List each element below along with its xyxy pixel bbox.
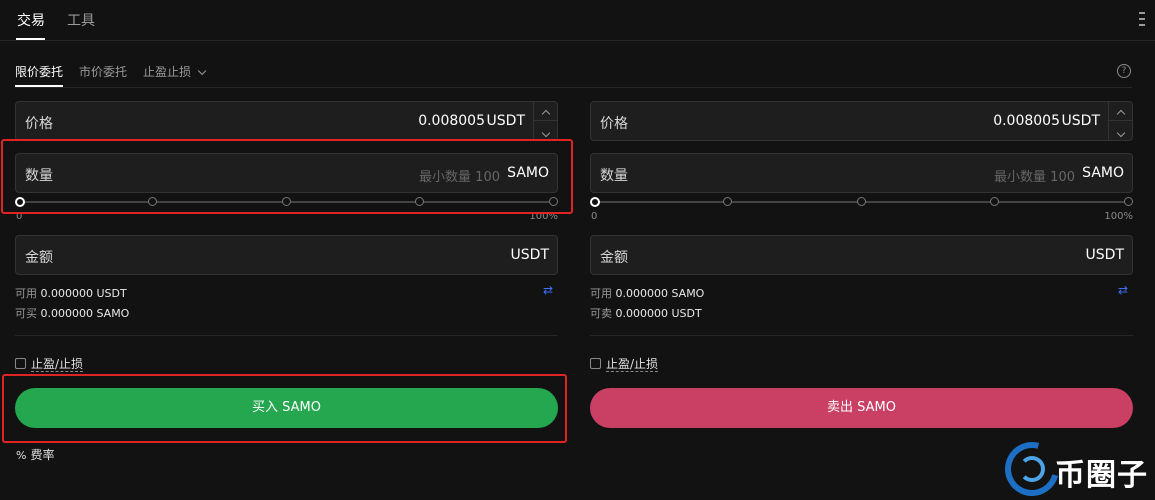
slider-step-25[interactable] [148,197,157,206]
sell-price-unit: USDT [1061,113,1100,129]
buy-max-label: 可买 [15,307,37,320]
buy-available-label: 可用 [15,287,37,300]
buy-available-line: 可用 0.000000 USDT [15,285,127,301]
sell-price-stepper[interactable] [1108,102,1132,140]
sell-quantity-placeholder: 最小数量 100 [994,170,1075,185]
slider-max-label: 100% [529,211,558,222]
slider-step-50[interactable] [282,197,291,206]
increment-button[interactable] [534,102,557,121]
watermark-logo-inner [1019,456,1045,482]
buy-amount-field[interactable]: 金额 USDT [15,235,558,275]
sell-quantity-slider[interactable] [590,196,1133,207]
buy-max-value: 0.000000 SAMO [40,307,130,320]
watermark-text: 币圈子 [1055,458,1148,493]
sell-button[interactable]: 卖出 SAMO [590,388,1133,428]
sell-available-line: 可用 0.000000 SAMO [590,285,704,301]
slider-step-75[interactable] [990,197,999,206]
sell-amount-field[interactable]: 金额 USDT [590,235,1133,275]
sell-panel: 价格 0.008005 USDT 数量 最小数量 100 SAMO 0 100%… [590,0,1133,500]
more-menu-icon[interactable] [1139,12,1145,26]
fee-rate-label: 费率 [30,448,55,462]
buy-tpsl-label: 止盈/止损 [31,357,84,372]
sell-tpsl-label: 止盈/止损 [606,357,659,372]
chevron-up-icon [541,109,550,119]
buy-quantity-unit: SAMO [507,165,549,181]
buy-tpsl-checkbox[interactable] [15,358,26,369]
chevron-down-icon [541,128,550,138]
sell-quantity-label: 数量 [600,168,628,184]
buy-divider [15,335,558,336]
sell-tpsl-checkbox[interactable] [590,358,601,369]
increment-button[interactable] [1109,102,1132,121]
sell-max-line: 可卖 0.000000 USDT [590,305,702,321]
watermark: 币圈子 [995,432,1155,500]
sell-amount-unit: USDT [1085,247,1124,263]
sell-amount-label: 金额 [600,250,628,266]
buy-quantity-field[interactable]: 数量 最小数量 100 SAMO [15,153,558,193]
buy-quantity-slider[interactable] [15,196,558,207]
swap-icon[interactable]: ⇄ [543,284,555,296]
slider-min-label: 0 [591,211,598,222]
slider-max-label: 100% [1104,211,1133,222]
sell-divider [590,335,1133,336]
slider-step-75[interactable] [415,197,424,206]
buy-price-stepper[interactable] [533,102,557,140]
buy-quantity-placeholder: 最小数量 100 [419,170,500,185]
sell-price-field[interactable]: 价格 0.008005 USDT [590,101,1133,141]
sell-quantity-field[interactable]: 数量 最小数量 100 SAMO [590,153,1133,193]
slider-thumb[interactable] [590,196,600,207]
buy-quantity-label: 数量 [25,168,53,184]
sell-tpsl-option[interactable]: 止盈/止损 [590,355,659,372]
sell-max-value: 0.000000 USDT [615,307,702,320]
buy-max-line: 可买 0.000000 SAMO [15,305,129,321]
decrement-button[interactable] [534,121,557,140]
sell-price-label: 价格 [600,116,628,132]
buy-price-unit: USDT [486,113,525,129]
chevron-up-icon [1116,109,1125,119]
sell-price-value[interactable]: 0.008005 [993,113,1060,129]
sell-max-label: 可卖 [590,307,612,320]
buy-panel: 价格 0.008005 USDT 数量 最小数量 100 SAMO 0 100%… [15,0,558,500]
buy-tpsl-option[interactable]: 止盈/止损 [15,355,84,372]
buy-amount-label: 金额 [25,250,53,266]
slider-step-25[interactable] [723,197,732,206]
decrement-button[interactable] [1109,121,1132,140]
buy-amount-unit: USDT [510,247,549,263]
chevron-down-icon [1116,128,1125,138]
buy-available-value: 0.000000 USDT [40,287,127,300]
swap-icon[interactable]: ⇄ [1118,284,1130,296]
buy-price-value[interactable]: 0.008005 [418,113,485,129]
percent-icon: % [16,449,27,462]
slider-thumb[interactable] [15,196,25,207]
sell-available-value: 0.000000 SAMO [615,287,705,300]
sell-available-label: 可用 [590,287,612,300]
sell-quantity-unit: SAMO [1082,165,1124,181]
slider-min-label: 0 [16,211,23,222]
buy-price-field[interactable]: 价格 0.008005 USDT [15,101,558,141]
slider-step-100[interactable] [1124,197,1133,206]
fee-rate-link[interactable]: % 费率 [16,446,54,463]
buy-price-label: 价格 [25,116,53,132]
buy-button[interactable]: 买入 SAMO [15,388,558,428]
slider-step-100[interactable] [549,197,558,206]
slider-step-50[interactable] [857,197,866,206]
